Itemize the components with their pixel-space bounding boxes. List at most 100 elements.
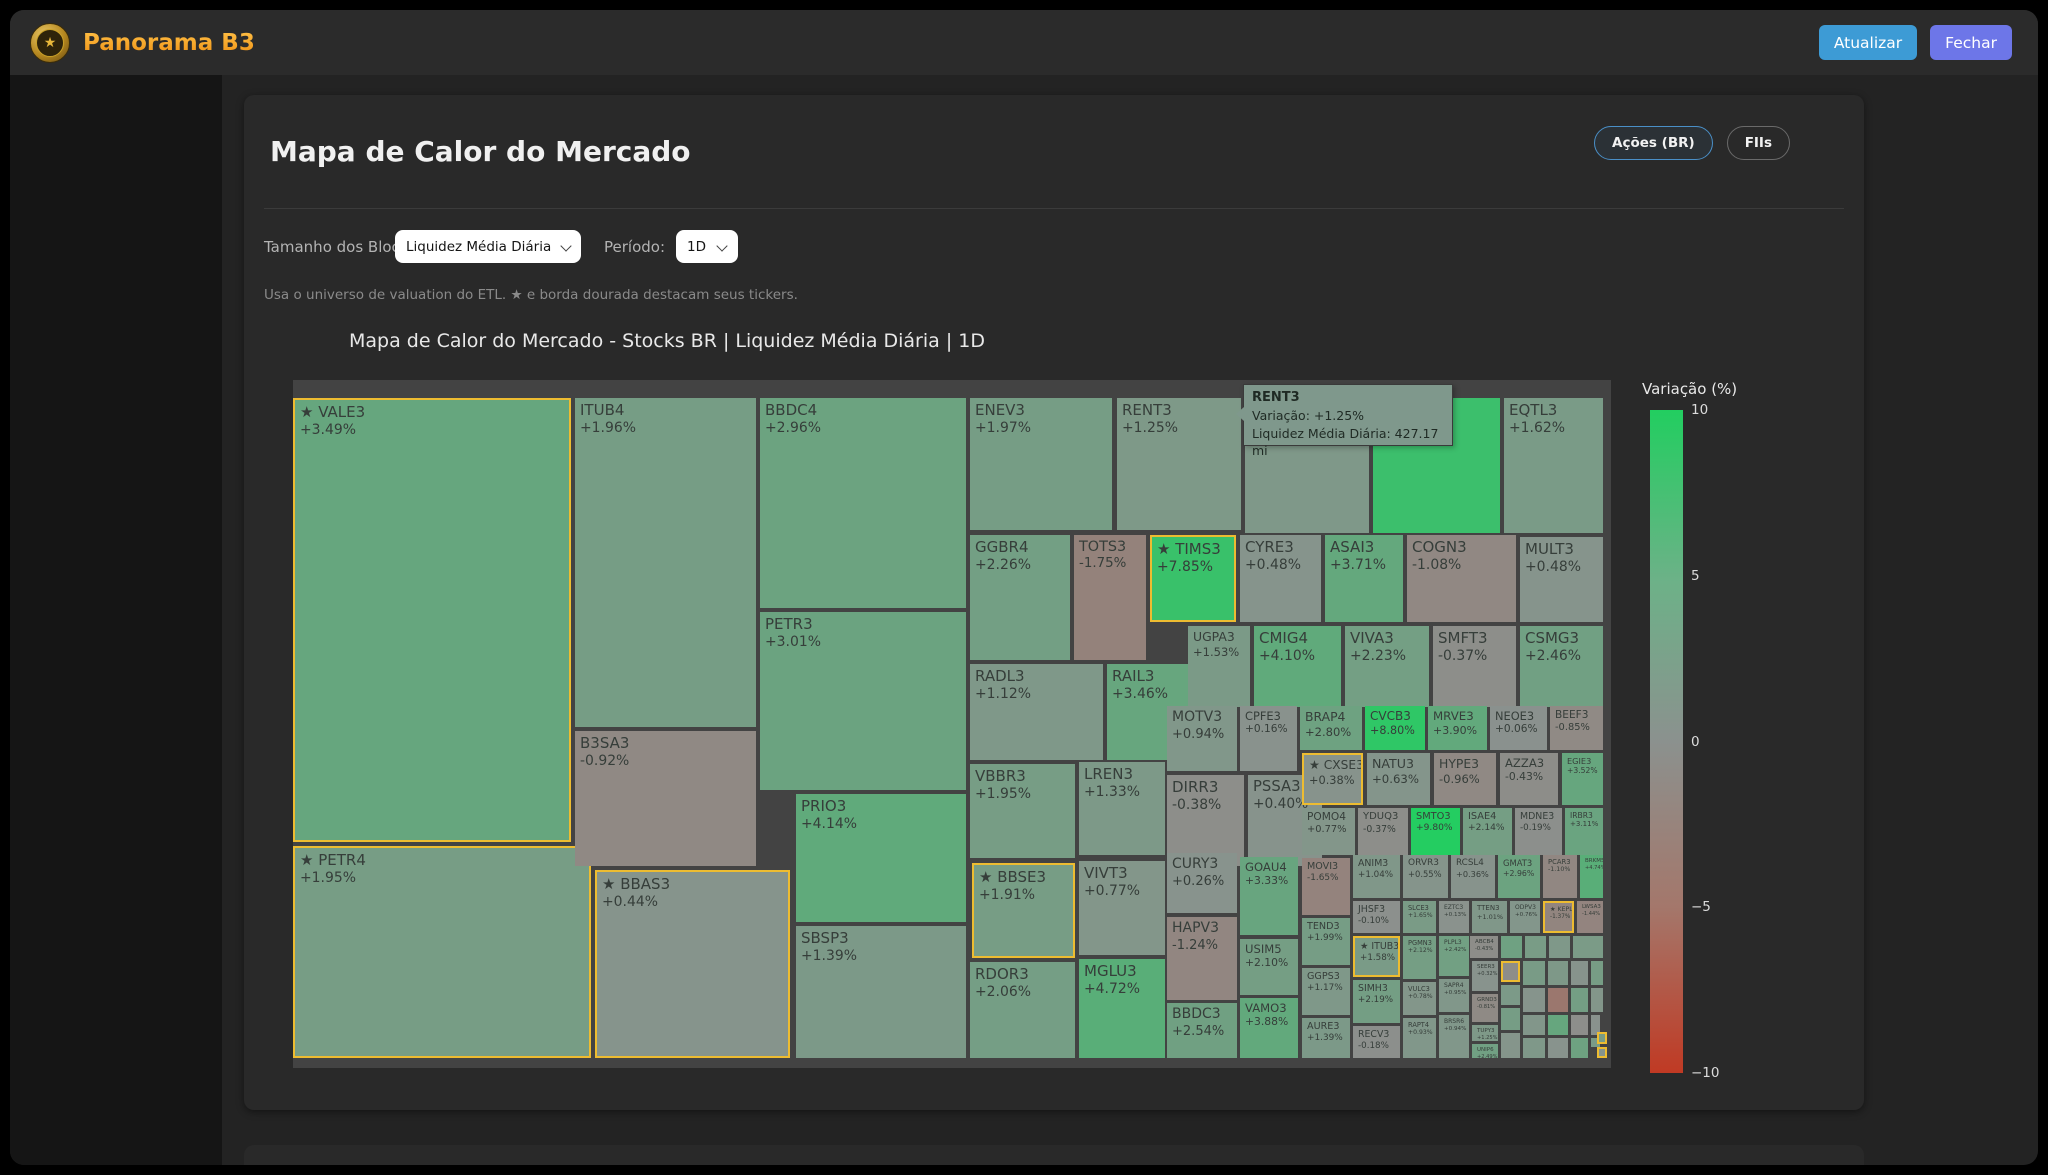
treemap-cell-hapv3[interactable]: HAPV3-1.24% [1167,917,1237,1000]
tab-fiis[interactable]: FIIs [1727,126,1790,160]
treemap-cell-vulc3[interactable]: VULC3+0.78% [1403,982,1436,1015]
treemap-cell-mdne3[interactable]: MDNE3-0.19% [1515,808,1562,855]
treemap-cell-mglu3[interactable]: MGLU3+4.72% [1079,959,1165,1058]
treemap-cell-bbdc4[interactable]: BBDC4+2.96% [760,398,966,608]
treemap-cell-rent3[interactable]: RENT3+1.25% [1117,398,1241,530]
treemap-cell-brsr6[interactable]: BRSR6+0.94% [1439,1015,1469,1058]
treemap-cell-beef3[interactable]: BEEF3-0.85% [1550,706,1603,750]
treemap-cell-petr4[interactable]: ★ PETR4+1.95% [293,846,591,1058]
treemap-cell-irbr3[interactable]: IRBR3+3.11% [1565,808,1603,855]
treemap-cell-slce3[interactable]: SLCE3+1.65% [1403,901,1436,933]
treemap-cell-vale3[interactable]: ★ VALE3+3.49% [293,398,571,842]
treemap-cell-brap4[interactable]: BRAP4+2.80% [1300,706,1362,750]
treemap-cell-petr3[interactable]: PETR3+3.01% [760,612,966,790]
treemap-cell[interactable] [1571,1015,1588,1035]
treemap-cell-grnd3[interactable]: GRND3-0.81% [1472,994,1498,1022]
treemap-cell-tten3[interactable]: TTEN3+1.01% [1472,901,1507,933]
treemap-cell-viva3[interactable]: VIVA3+2.23% [1345,626,1429,707]
treemap-cell[interactable] [1501,936,1522,958]
treemap-cell-ggbr4[interactable]: GGBR4+2.26% [970,535,1070,660]
treemap-cell-goau4[interactable]: GOAU4+3.33% [1240,857,1298,935]
treemap-cell-pcar3[interactable]: PCAR3-1.10% [1543,855,1577,898]
treemap-cell-cogn3[interactable]: COGN3-1.08% [1407,535,1516,622]
treemap-cell[interactable] [1591,988,1603,1012]
treemap-cell[interactable] [1523,1015,1545,1035]
treemap-cell-eztc3[interactable]: EZTC3+0.13% [1439,901,1469,933]
treemap-cell-gmat3[interactable]: GMAT3+2.96% [1498,855,1540,898]
treemap-cell[interactable] [1571,988,1588,1012]
treemap-cell-jhsf3[interactable]: JHSF3-0.10% [1353,901,1400,933]
treemap-cell-vamo3[interactable]: VAMO3+3.88% [1240,998,1298,1058]
treemap-cell[interactable] [1548,961,1568,985]
treemap-cell-sbsp3[interactable]: SBSP3+1.39% [796,926,966,1058]
treemap-cell-itub4[interactable]: ITUB4+1.96% [575,398,756,727]
treemap-cell-ggps3[interactable]: GGPS3+1.17% [1302,968,1350,1015]
treemap-cell-recv3[interactable]: RECV3-0.18% [1353,1026,1400,1058]
treemap-cell-bbdc3[interactable]: BBDC3+2.54% [1167,1003,1237,1058]
treemap-cell[interactable] [1501,1033,1520,1058]
treemap-cell-cvcb3[interactable]: CVCB3+8.80% [1365,706,1425,750]
treemap-cell-bbse3[interactable]: ★ BBSE3+1.91% [972,863,1075,958]
treemap-cell-brkm5[interactable]: BRKM5+4.74% [1580,855,1603,898]
treemap-cell-lwsa3[interactable]: LWSA3-1.44% [1577,901,1603,933]
treemap-cell[interactable] [1591,961,1603,985]
treemap-cell-mrve3[interactable]: MRVE3+3.90% [1428,706,1487,750]
treemap-cell-movi3[interactable]: MOVI3-1.65% [1302,858,1350,915]
treemap-cell-kepl3[interactable]: ★ KEPL3-1.37% [1543,901,1574,933]
treemap-cell-ugpa3[interactable]: UGPA3+1.53% [1188,626,1250,707]
treemap-cell-simh3[interactable]: SIMH3+2.19% [1353,980,1400,1023]
treemap-cell-vbbr3[interactable]: VBBR3+1.95% [970,764,1075,858]
treemap-cell-bbas3[interactable]: ★ BBAS3+0.44% [595,870,790,1058]
treemap-cell-cxse3[interactable]: ★ CXSE3+0.38% [1302,753,1363,805]
treemap-cell-orvr3[interactable]: ORVR3+0.55% [1403,855,1448,898]
treemap-cell-usim5[interactable]: USIM5+2.10% [1240,939,1298,995]
treemap-cell[interactable] [1573,936,1603,958]
treemap-cell-prio3[interactable]: PRIO3+4.14% [796,794,966,922]
tab-acoes-br[interactable]: Ações (BR) [1594,126,1713,160]
treemap-cell-itub3[interactable]: ★ ITUB3+1.58% [1353,936,1400,977]
treemap-cell-radl3[interactable]: RADL3+1.12% [970,664,1103,760]
treemap-cell[interactable] [1549,936,1570,958]
treemap-cell-odpv3[interactable]: ODPV3+0.76% [1510,901,1540,933]
treemap-cell-motv3[interactable]: MOTV3+0.94% [1167,706,1237,771]
treemap-cell-neoe3[interactable]: NEOE3+0.06% [1490,706,1547,750]
treemap-cell-cyre3[interactable]: CYRE3+0.48% [1240,535,1321,622]
treemap-cell[interactable] [1501,1008,1520,1030]
treemap-cell-eqtl3[interactable]: EQTL3+1.62% [1504,398,1603,533]
treemap-cell-yduq3[interactable]: YDUQ3-0.37% [1358,808,1408,855]
refresh-button[interactable]: Atualizar [1819,25,1917,60]
treemap-cell-egie3[interactable]: EGIE3+3.52% [1562,753,1603,805]
treemap-cell-tupy3[interactable]: TUPY3+1.25% [1472,1025,1498,1041]
treemap-cell-asai3[interactable]: ASAI3+3.71% [1325,535,1403,622]
treemap-cell-rapt4[interactable]: RAPT4+0.93% [1403,1018,1436,1058]
treemap-cell-sapr4[interactable]: SAPR4+0.95% [1439,979,1469,1012]
treemap-cell-tims3[interactable]: ★ TIMS3+7.85% [1150,535,1236,622]
treemap-cell-smto3[interactable]: SMTO3+9.80% [1411,808,1460,855]
treemap-cell-rdor3[interactable]: RDOR3+2.06% [970,962,1075,1058]
treemap-cell-abcb4[interactable]: ABCB4-0.43% [1470,936,1498,958]
treemap-cell-hype3[interactable]: HYPE3-0.96% [1434,753,1496,805]
treemap-cell[interactable] [1597,1047,1607,1058]
treemap-cell[interactable] [1548,988,1568,1012]
treemap-cell-natu3[interactable]: NATU3+0.63% [1367,753,1430,805]
treemap-cell-isae4[interactable]: ISAE4+2.14% [1463,808,1512,855]
treemap-cell-cmig4[interactable]: CMIG4+4.10% [1254,626,1341,707]
treemap-cell[interactable] [1597,1032,1607,1044]
treemap-cell-seer3[interactable]: SEER3+0.32% [1472,961,1498,991]
treemap-cell-aure3[interactable]: AURE3+1.39% [1302,1018,1350,1058]
treemap-cell[interactable] [1548,1038,1568,1058]
treemap-cell-rcsl4[interactable]: RCSL4+0.36% [1451,855,1495,898]
treemap-cell-b3sa3[interactable]: B3SA3-0.92% [575,731,756,866]
treemap-cell-tots3[interactable]: TOTS3-1.75% [1074,535,1146,660]
treemap-cell[interactable] [1548,1015,1568,1035]
treemap-cell-pgmn3[interactable]: PGMN3+2.12% [1403,936,1436,979]
treemap-cell-unip6[interactable]: UNIP6+2.49% [1472,1044,1498,1058]
close-button[interactable]: Fechar [1930,25,2012,60]
block-size-select[interactable]: Liquidez Média Diária [395,230,581,263]
treemap-cell-mult3[interactable]: MULT3+0.48% [1520,537,1603,622]
treemap-cell-cury3[interactable]: CURY3+0.26% [1167,853,1237,913]
treemap-cell[interactable] [1525,936,1546,958]
treemap-cell[interactable] [1523,988,1545,1012]
treemap-cell-cpfe3[interactable]: CPFE3+0.16% [1240,706,1297,771]
treemap-cell[interactable] [1571,961,1588,985]
